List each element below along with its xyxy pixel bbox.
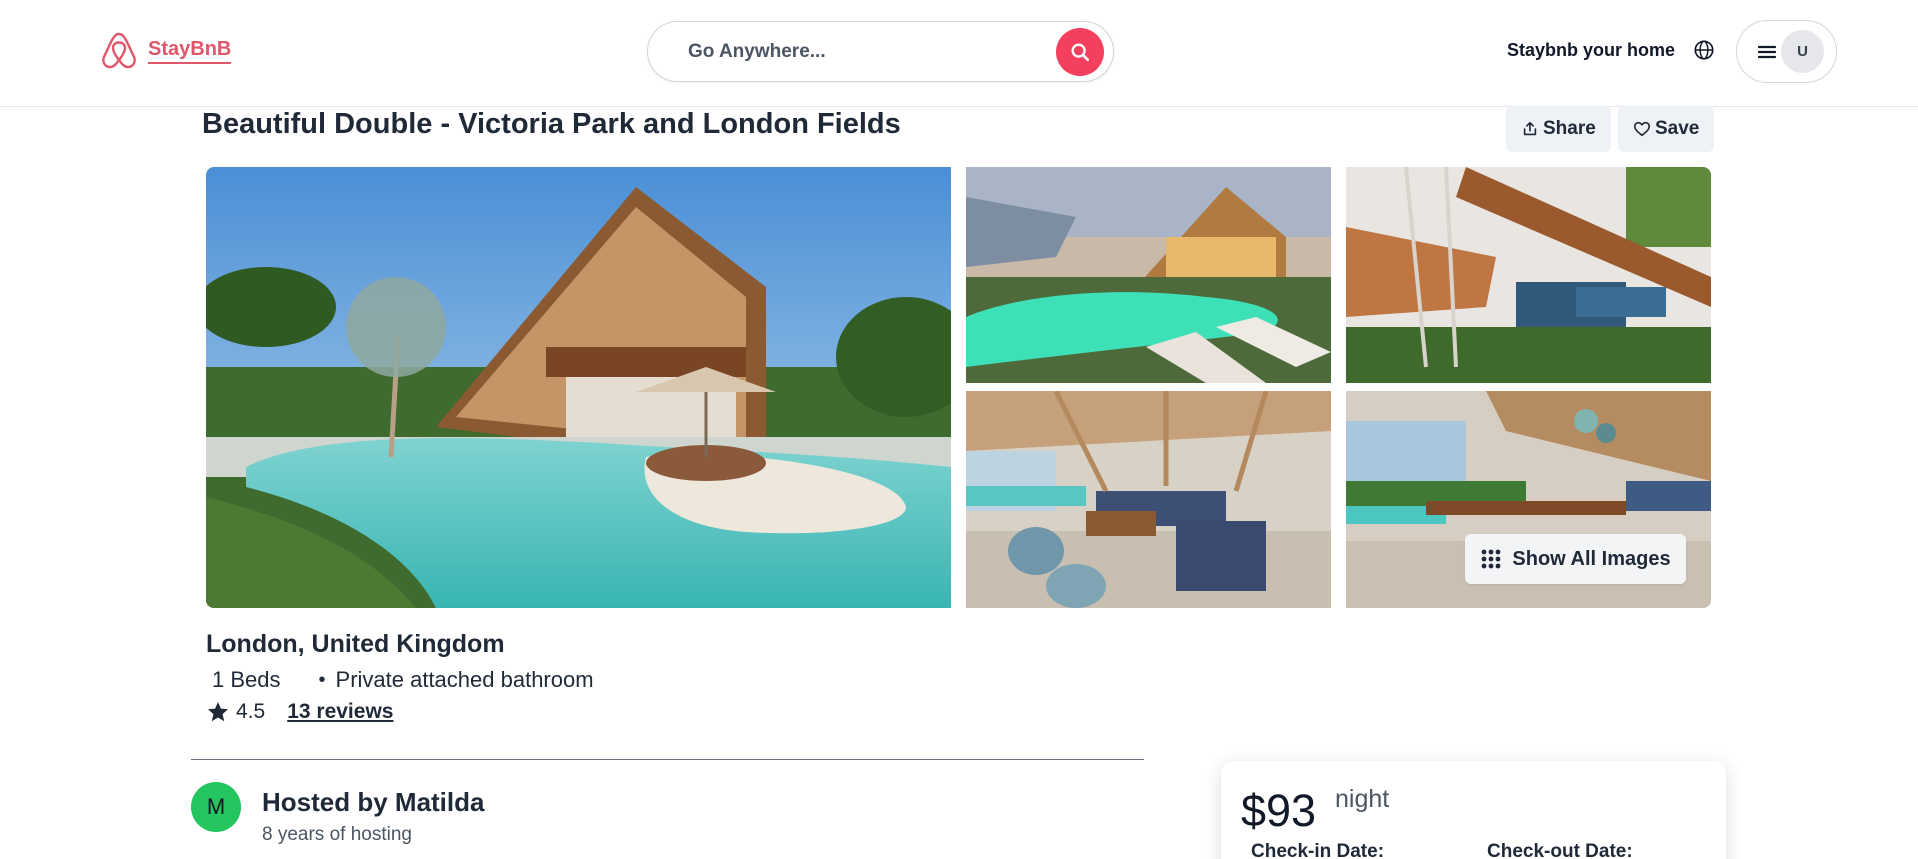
host-years: 8 years of hosting xyxy=(262,824,412,845)
gallery-image-4[interactable] xyxy=(966,391,1331,608)
host-avatar: M xyxy=(191,782,241,832)
share-button[interactable]: Share xyxy=(1506,106,1611,152)
save-button[interactable]: Save xyxy=(1618,106,1715,152)
heart-icon xyxy=(1633,121,1651,137)
grid-dots-icon xyxy=(1482,549,1501,569)
section-divider xyxy=(191,759,1144,760)
bullet-separator: • xyxy=(318,668,326,691)
gallery-image-main[interactable] xyxy=(206,167,951,608)
booking-card: $93 night Check-in Date: Check-out Date: xyxy=(1221,761,1726,859)
listing-meta: 1 Beds • Private attached bathroom xyxy=(212,667,594,693)
user-menu-button[interactable]: U xyxy=(1736,20,1837,83)
host-name: Hosted by Matilda xyxy=(262,787,485,817)
show-all-images-label: Show All Images xyxy=(1512,547,1671,570)
search-bar xyxy=(647,21,1114,82)
navbar: StayBnB Staybnb your home U xyxy=(0,0,1918,107)
globe-icon[interactable] xyxy=(1693,39,1715,61)
villa-interior-image xyxy=(1346,167,1711,383)
pool-dusk-image xyxy=(966,167,1331,383)
amenity-bathroom: Private attached bathroom xyxy=(335,667,594,692)
save-label: Save xyxy=(1655,118,1700,139)
logo[interactable]: StayBnB xyxy=(98,30,232,72)
share-label: Share xyxy=(1543,118,1596,139)
rating-value: 4.5 xyxy=(236,700,266,723)
airbnb-logo-icon xyxy=(102,32,136,69)
staybnb-your-home-link[interactable]: Staybnb your home xyxy=(1507,40,1675,61)
gallery-image-2[interactable] xyxy=(966,167,1331,383)
price-per-night: $93 xyxy=(1241,785,1317,836)
user-avatar: U xyxy=(1781,30,1824,73)
show-all-images-button[interactable]: Show All Images xyxy=(1465,534,1686,584)
lounge-area-image xyxy=(966,391,1331,608)
share-icon xyxy=(1523,121,1537,136)
star-icon xyxy=(208,702,228,722)
listing-title: Beautiful Double - Victoria Park and Lon… xyxy=(202,108,901,140)
beds-count: 1 Beds xyxy=(212,667,281,692)
price-unit: night xyxy=(1335,785,1390,813)
villa-pool-image xyxy=(206,167,951,608)
gallery-image-3[interactable] xyxy=(1346,167,1711,383)
reviews-link[interactable]: 13 reviews xyxy=(287,700,393,724)
listing-location: London, United Kingdom xyxy=(206,630,505,658)
check-out-label: Check-out Date: xyxy=(1487,841,1633,859)
check-in-label: Check-in Date: xyxy=(1251,841,1385,859)
search-input[interactable] xyxy=(688,40,1018,64)
search-icon xyxy=(1071,43,1090,62)
hamburger-menu-icon xyxy=(1757,45,1777,59)
rating-row: 4.5 13 reviews xyxy=(206,700,393,724)
search-button[interactable] xyxy=(1056,28,1104,76)
logo-text: StayBnB xyxy=(148,38,232,64)
